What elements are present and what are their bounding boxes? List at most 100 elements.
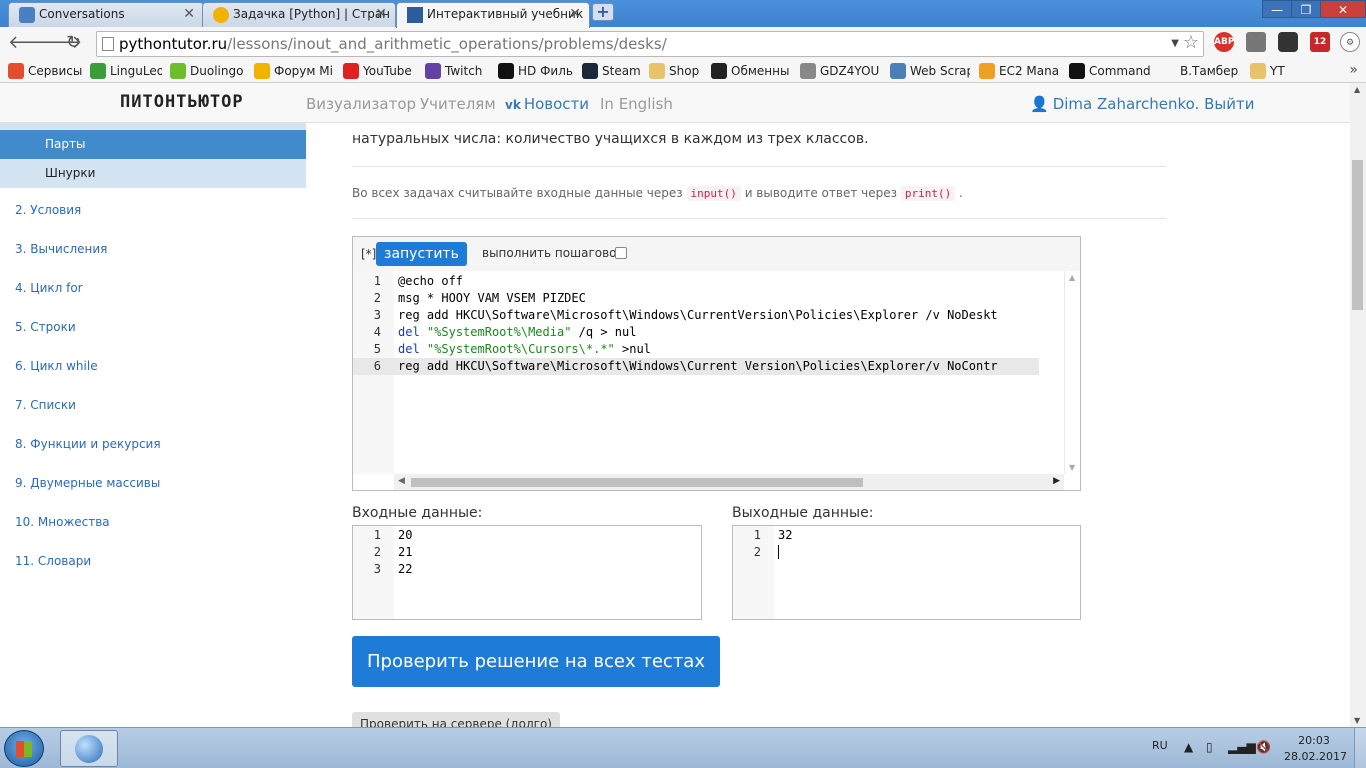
bookmark-item[interactable]: Обменны <box>711 62 791 80</box>
bookmark-item[interactable]: Twitch <box>425 62 489 80</box>
dropdown-arrow-icon[interactable]: ▼ <box>1171 32 1179 56</box>
address-bar[interactable]: pythontutor.ru/lessons/inout_and_arithme… <box>96 31 1204 57</box>
bookmark-star-icon[interactable]: ☆ <box>1183 31 1199 55</box>
extension-dark-icon[interactable] <box>1278 32 1298 52</box>
close-window-button[interactable]: ✕ <box>1320 0 1366 18</box>
signal-icon[interactable]: ▂▄▆ <box>1228 740 1256 754</box>
bookmark-item[interactable]: Форум Mi <box>254 62 334 80</box>
logout-link[interactable]: Выйти <box>1204 95 1254 113</box>
reload-icon[interactable]: ↻ <box>66 33 81 53</box>
bookmark-item[interactable]: В.Тамбер <box>1160 62 1242 80</box>
bookmark-item[interactable]: Shop <box>649 62 703 80</box>
sidebar-item-strings[interactable]: 5. Строки <box>15 320 76 334</box>
nav-english[interactable]: In English <box>600 95 673 113</box>
extension-box-icon[interactable] <box>1246 32 1266 52</box>
chrome-menu-icon[interactable]: ⚙ <box>1340 32 1360 52</box>
bookmark-item[interactable]: EC2 Mana <box>979 62 1059 80</box>
sidebar-item-functions[interactable]: 8. Функции и рекурсия <box>15 437 161 451</box>
nav-teachers[interactable]: Учителям <box>420 95 496 113</box>
bookmark-item[interactable]: YT <box>1250 62 1290 80</box>
show-desktop-button[interactable] <box>1354 728 1366 768</box>
bookmark-label: YouTube <box>363 64 412 78</box>
sidebar-item-lists[interactable]: 7. Списки <box>15 398 76 412</box>
bookmark-item[interactable]: Duolingo <box>170 62 248 80</box>
new-tab-button[interactable]: + <box>592 3 614 21</box>
bookmark-item[interactable]: Command <box>1069 62 1153 80</box>
site-logo[interactable]: ПИТОНТЬЮТОР <box>120 92 244 112</box>
user-name-link[interactable]: Dima Zaharchenko. <box>1053 95 1200 113</box>
check-on-server-button[interactable]: Проверить на сервере (долго) <box>352 712 560 727</box>
scroll-down-icon[interactable]: ▼ <box>1354 716 1360 725</box>
minimize-button[interactable]: — <box>1262 0 1292 18</box>
maximize-button[interactable]: ❐ <box>1291 0 1321 18</box>
bookmark-label: LinguLeo <box>110 64 162 78</box>
avatar-icon <box>213 7 229 23</box>
battery-icon[interactable]: ▯ <box>1206 740 1213 754</box>
sidebar-subitem-previous[interactable] <box>0 123 306 130</box>
code-line[interactable]: 4 del "%SystemRoot%\Media" /q > nul <box>353 324 1039 341</box>
close-icon[interactable]: ✕ <box>183 3 195 25</box>
sidebar-item-conditions[interactable]: 2. Условия <box>15 203 81 217</box>
taskbar-browser-button[interactable] <box>60 730 118 767</box>
lessons-sidebar: Парты Шнурки 2. Условия 3. Вычисления 4.… <box>0 123 306 727</box>
tab-conversations[interactable]: Conversations ✕ <box>8 2 204 27</box>
line-number: 1 <box>753 528 761 542</box>
bookmark-item[interactable]: LinguLeo <box>90 62 162 80</box>
sidebar-item-for-loop[interactable]: 4. Цикл for <box>15 281 83 295</box>
tray-expand-icon[interactable]: ▲ <box>1184 740 1193 754</box>
code-editor[interactable]: 6 reg add HKCU\Software\Microsoft\Windows… <box>353 271 1080 490</box>
start-button[interactable] <box>4 730 44 767</box>
sidebar-subitem-desks[interactable]: Парты <box>0 130 306 159</box>
bookmark-label: Shop <box>669 64 700 78</box>
scroll-thumb[interactable] <box>1352 160 1363 310</box>
bookmark-icon <box>1160 63 1176 79</box>
mail-badge-icon[interactable]: 12 <box>1310 32 1330 52</box>
check-all-tests-button[interactable]: Проверить решение на всех тестах <box>352 636 720 687</box>
line-number: 3 <box>373 562 381 576</box>
code-line[interactable]: 3 reg add HKCU\Software\Microsoft\Windows… <box>353 307 1039 324</box>
run-button[interactable]: запустить <box>376 242 467 266</box>
code-line[interactable]: 5 del "%SystemRoot%\Cursors\*.*" >nul <box>353 341 1039 358</box>
scroll-up-icon[interactable]: ▲ <box>1069 273 1075 282</box>
nav-visualizer[interactable]: Визуализатор <box>306 95 416 113</box>
editor-vertical-scrollbar[interactable]: ▲ ▼ <box>1064 271 1080 474</box>
sidebar-subitem-laces[interactable]: Шнурки <box>0 159 306 188</box>
bookmark-label: Duolingo <box>190 64 244 78</box>
bookmark-item[interactable]: Steam <box>582 62 640 80</box>
bookmark-item[interactable]: Web Scrap <box>890 62 970 80</box>
language-indicator[interactable]: RU <box>1152 739 1168 752</box>
tab-pythontutor[interactable]: Интерактивный учебник ✕ <box>396 2 590 28</box>
page-scrollbar[interactable]: ▲ ▼ <box>1350 83 1366 727</box>
volume-muted-icon[interactable]: 🔇 <box>1256 740 1271 754</box>
clock[interactable]: 20:03 28.02.2017 <box>1284 733 1347 765</box>
tab-zadachka[interactable]: Задачка [Python] | Стран ✕ <box>202 2 396 27</box>
code-line[interactable]: 1 @echo off <box>353 273 1039 290</box>
sidebar-item-2d-arrays[interactable]: 9. Двумерные массивы <box>15 476 160 490</box>
sidebar-item-while-loop[interactable]: 6. Цикл while <box>15 359 98 373</box>
close-icon[interactable]: ✕ <box>375 3 387 25</box>
sidebar-item-calculations[interactable]: 3. Вычисления <box>15 242 107 256</box>
scroll-left-icon[interactable]: ◀ <box>398 476 405 486</box>
input-editor[interactable]: 1 20 2 21 3 22 <box>352 525 702 620</box>
scroll-up-icon[interactable]: ▲ <box>1354 85 1360 94</box>
sidebar-item-dicts[interactable]: 11. Словари <box>15 554 91 568</box>
bookmark-item[interactable]: HD Фильм <box>498 62 574 80</box>
code-keyword: del <box>398 342 420 356</box>
sidebar-item-sets[interactable]: 10. Множества <box>15 515 110 529</box>
bookmark-item[interactable]: Сервисы <box>8 62 84 80</box>
code-line[interactable]: 2 msg * HOOY VAM VSEM PIZDEC <box>353 290 1039 307</box>
step-mode-checkbox[interactable] <box>615 247 627 259</box>
bookmark-item[interactable]: YouTube <box>343 62 415 80</box>
scroll-right-icon[interactable]: ▶ <box>1053 476 1060 486</box>
close-icon[interactable]: ✕ <box>569 3 581 25</box>
scroll-thumb[interactable] <box>411 478 863 487</box>
adblock-icon[interactable]: ABP <box>1214 32 1234 52</box>
editor-horizontal-scrollbar[interactable]: ◀ ▶ <box>394 474 1064 490</box>
bookmarks-more-icon[interactable]: » <box>1349 62 1358 78</box>
nav-news[interactable]: vk Новости <box>505 95 589 113</box>
divider <box>352 166 1166 167</box>
scroll-down-icon[interactable]: ▼ <box>1069 463 1075 472</box>
output-editor[interactable]: 1 32 2 <box>732 525 1081 620</box>
bookmark-item[interactable]: GDZ4YOU <box>800 62 882 80</box>
code-line[interactable]: 6 reg add HKCU\Software\Microsoft\Windows… <box>353 358 1039 375</box>
